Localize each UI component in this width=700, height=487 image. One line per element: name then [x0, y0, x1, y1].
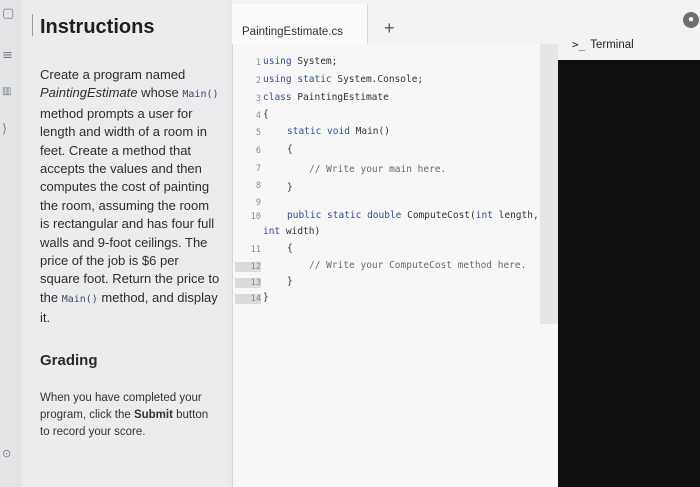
keyword: static void: [287, 126, 350, 137]
title-divider: [32, 14, 33, 36]
code-line: int width): [263, 226, 320, 237]
grading-title: Grading: [40, 352, 98, 369]
code-line: {: [287, 144, 293, 155]
code-text: System.Console;: [331, 74, 424, 85]
code-editor[interactable]: 1 2 3 4 5 6 7 8 9 10 11 12 13 14 using S…: [232, 44, 559, 487]
code-text: PaintingEstimate: [291, 92, 389, 103]
code-text: System;: [291, 56, 338, 67]
program-name: PaintingEstimate: [40, 85, 138, 101]
info-icon[interactable]: ●: [683, 12, 699, 28]
line-number: 5: [255, 128, 261, 138]
terminal-panel[interactable]: [558, 60, 700, 487]
code-text: length,: [492, 210, 539, 221]
keyword: class: [263, 92, 292, 103]
terminal-prompt-icon: >_: [572, 38, 586, 51]
code-text: Main(): [349, 126, 390, 137]
instructions-whose: whose: [137, 85, 179, 101]
submit-label: Submit: [133, 409, 173, 421]
main-method-code-2: Main(): [61, 293, 98, 305]
line-number: 11: [250, 245, 261, 255]
instructions-text: Create a program named PaintingEstimate …: [40, 66, 220, 328]
code-line: class PaintingEstimate: [263, 92, 389, 103]
keyword: using static: [263, 74, 332, 85]
tab-label: PaintingEstimate.cs: [242, 26, 343, 38]
terminal-tab[interactable]: >_ Terminal: [572, 38, 634, 51]
line-number: 13: [235, 278, 261, 288]
line-number: 8: [255, 181, 261, 191]
line-number: 10: [250, 212, 261, 222]
terminal-header: >_ Terminal: [558, 0, 700, 60]
code-line: public static double ComputeCost(int len…: [287, 210, 539, 221]
add-tab-button[interactable]: +: [384, 18, 395, 39]
line-number: 6: [255, 146, 261, 156]
line-number: 12: [235, 262, 261, 272]
keyword: public static double: [287, 210, 402, 221]
instructions-title: Instructions: [40, 16, 155, 38]
code-line: }: [287, 182, 293, 193]
keyword: using: [263, 56, 292, 67]
instructions-body: method prompts a user for length and wid…: [40, 105, 220, 305]
code-line: using static System.Console;: [263, 74, 423, 85]
code-line: }: [287, 276, 293, 287]
line-number: 7: [255, 164, 261, 174]
code-icon[interactable]: ⟩: [2, 122, 7, 137]
code-line: using System;: [263, 56, 337, 67]
line-number: 2: [255, 76, 261, 86]
code-line: static void Main(): [287, 126, 390, 137]
code-line: }: [263, 292, 269, 303]
keyword: int: [263, 226, 281, 237]
code-text: ComputeCost(: [401, 210, 476, 221]
keyword: int: [475, 210, 493, 221]
code-line: {: [263, 109, 269, 120]
code-comment: // Write your ComputeCost method here.: [309, 260, 527, 271]
code-line: {: [287, 243, 293, 254]
code-comment: // Write your main here.: [309, 164, 447, 175]
chart-icon[interactable]: ▥: [2, 86, 11, 97]
list-icon[interactable]: ≡: [2, 48, 13, 63]
line-number: 3: [255, 94, 261, 104]
tab-painting-estimate[interactable]: PaintingEstimate.cs: [232, 4, 368, 44]
main-method-code: Main(): [182, 89, 219, 101]
instructions-create: Create a program named: [40, 67, 186, 82]
line-number: 4: [255, 111, 261, 121]
line-number: 1: [255, 58, 261, 68]
instructions-panel: Instructions Create a program named Pain…: [22, 0, 228, 487]
editor-tabs: PaintingEstimate.cs +: [232, 0, 558, 44]
file-icon[interactable]: ▢: [2, 6, 14, 21]
grading-text: When you have completed your program, cl…: [40, 390, 210, 441]
terminal-label: Terminal: [590, 39, 634, 51]
code-text: width): [280, 226, 321, 237]
line-number: 14: [235, 294, 261, 304]
left-rail: ▢ ≡ ▥ ⟩ ⊙: [0, 0, 22, 487]
line-number: 9: [255, 198, 261, 208]
editor-scroll-track[interactable]: [540, 44, 558, 324]
help-icon[interactable]: ⊙: [2, 447, 11, 460]
